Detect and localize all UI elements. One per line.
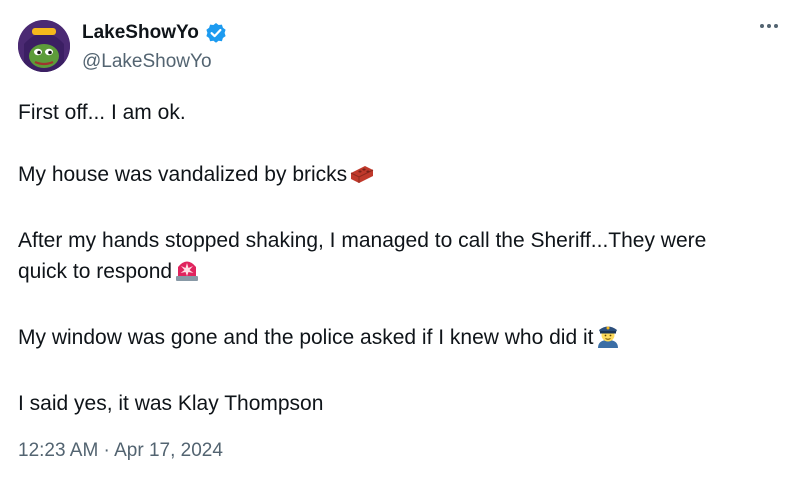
tweet-paragraph: My house was vandalized by bricks: [18, 159, 758, 194]
police-light-emoji-icon: [174, 256, 200, 291]
tweet-paragraph: My window was gone and the police asked …: [18, 322, 758, 357]
tweet-paragraph: I said yes, it was Klay Thompson: [18, 392, 324, 415]
more-horizontal-icon: [760, 24, 764, 28]
brick-emoji-icon: [349, 163, 375, 194]
display-name[interactable]: LakeShowYo: [82, 22, 199, 44]
tweet-card: LakeShowYo @LakeShowYo First off... I am…: [0, 0, 800, 482]
tweet-text: First off... I am ok. My house was vanda…: [18, 97, 758, 419]
verified-badge-icon: [205, 22, 227, 44]
tweet-paragraph: First off... I am ok.: [18, 101, 186, 124]
police-officer-emoji-icon: [595, 322, 621, 357]
author-name-row[interactable]: LakeShowYo: [82, 22, 227, 44]
author-handle[interactable]: @LakeShowYo: [82, 51, 212, 73]
tweet-paragraph: After my hands stopped shaking, I manage…: [18, 225, 758, 291]
more-options-button[interactable]: [760, 24, 778, 28]
avatar[interactable]: [18, 20, 70, 72]
tweet-timestamp[interactable]: 12:23 AM · Apr 17, 2024: [18, 440, 223, 462]
